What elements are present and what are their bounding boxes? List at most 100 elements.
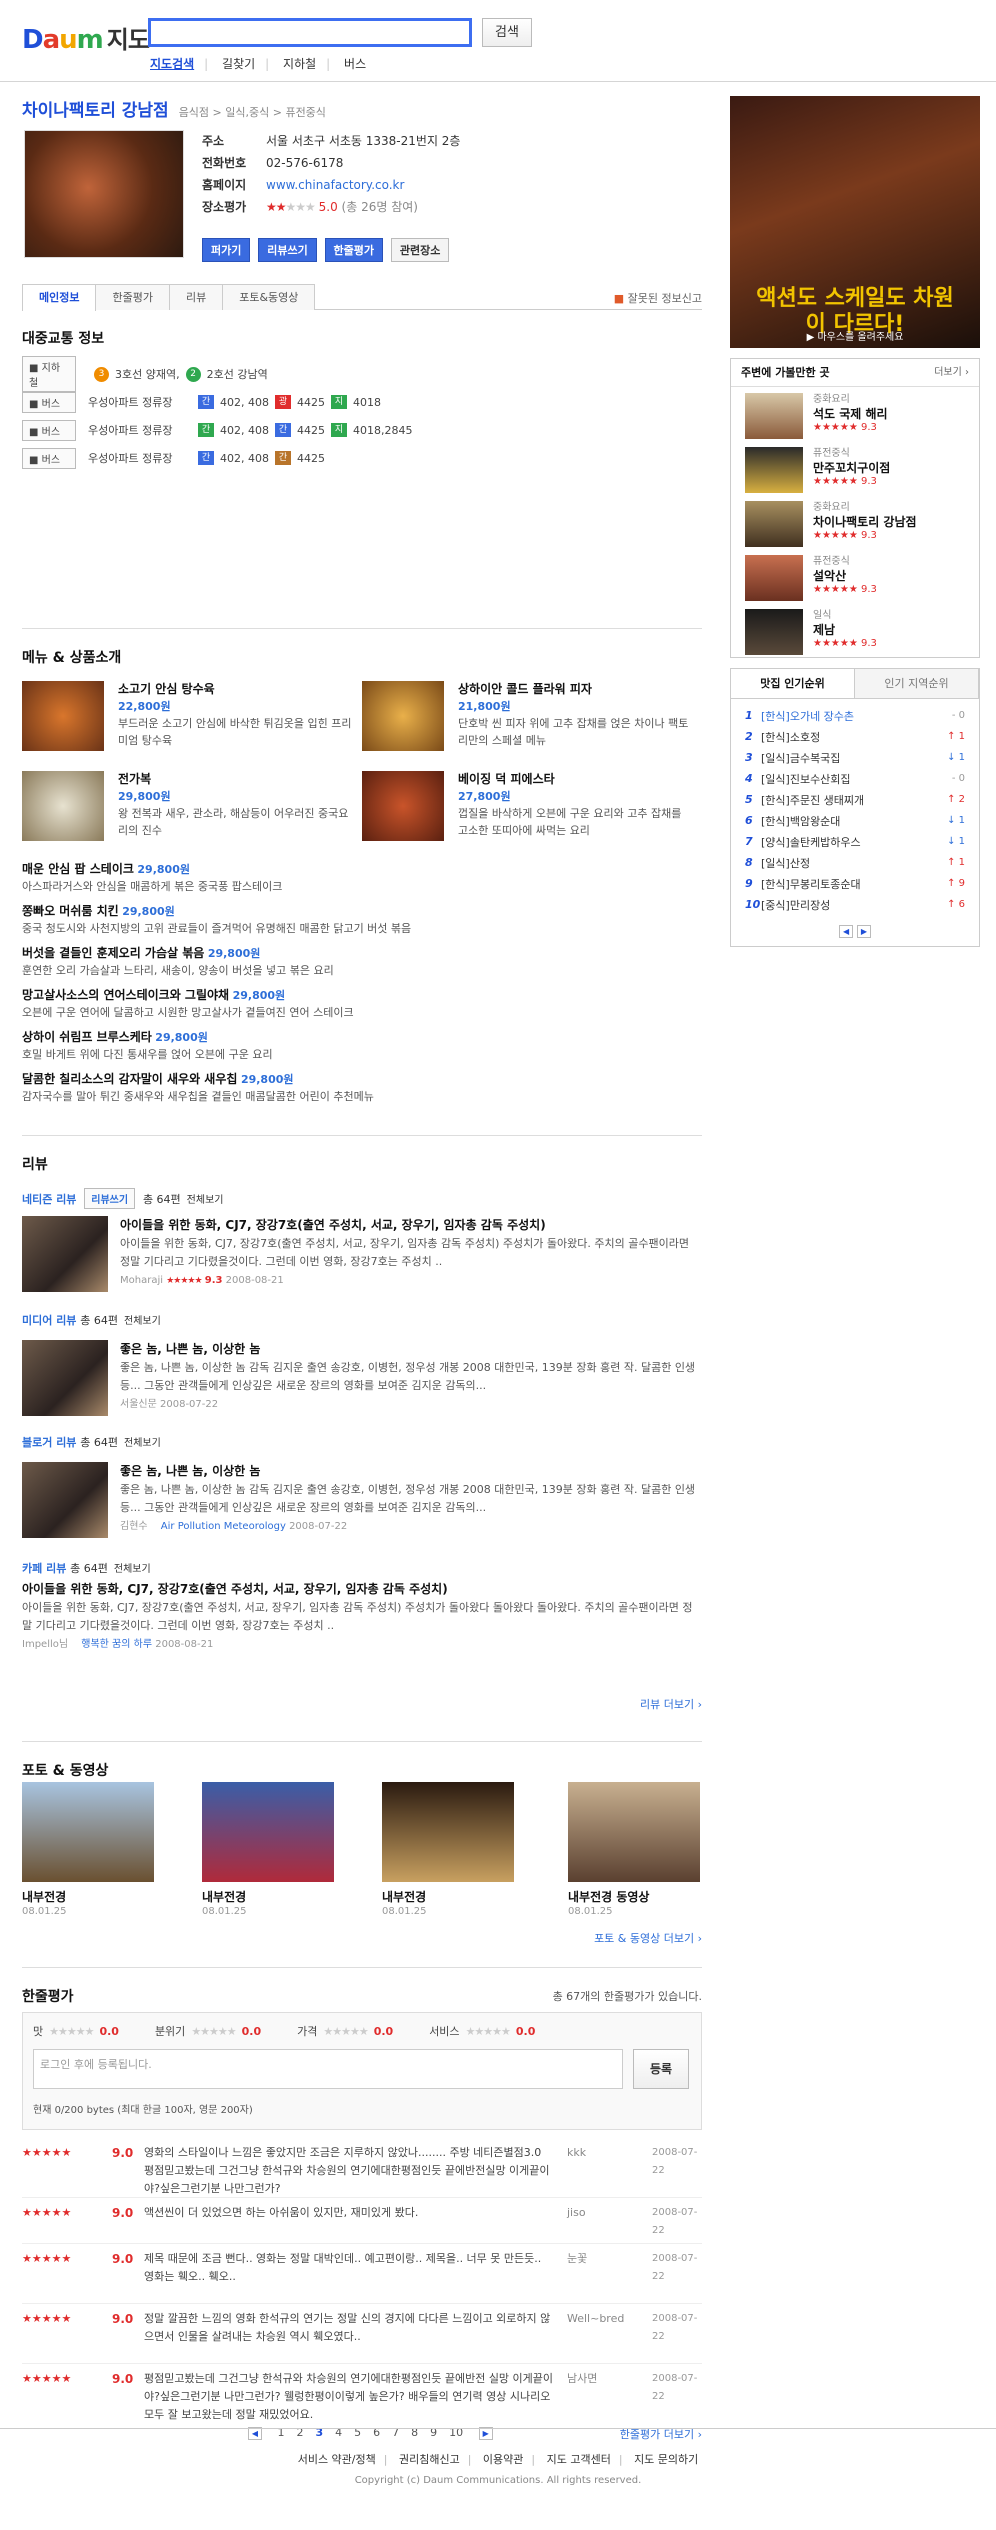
photo-label[interactable]: 내부전경 bbox=[382, 1888, 426, 1905]
review-thumb[interactable] bbox=[22, 1462, 108, 1538]
bus-routes[interactable]: 402, 408 bbox=[220, 452, 269, 465]
bus-routes[interactable]: 402, 408 bbox=[220, 424, 269, 437]
menu-item[interactable]: 베이징 덕 피에스타 27,800원 껍질을 바삭하게 오븐에 구운 요리와 고추 … bbox=[362, 771, 692, 853]
tab-review[interactable]: 리뷰 bbox=[168, 284, 224, 310]
bus-stop[interactable]: 우성아파트 정류장 bbox=[88, 450, 192, 466]
menu-photo[interactable] bbox=[362, 681, 444, 751]
nearby-item[interactable]: 중화요리 석도 국제 해리 ★★★★★ 9.3 bbox=[731, 387, 979, 441]
photo-thumb[interactable] bbox=[202, 1782, 334, 1882]
bus-routes[interactable]: 4425 bbox=[297, 424, 325, 437]
nearby-more-link[interactable]: 더보기 › bbox=[934, 359, 969, 386]
search-button[interactable]: 검색 bbox=[482, 18, 532, 47]
photo-label[interactable]: 내부전경 bbox=[202, 1888, 246, 1905]
mood-stars[interactable]: ★★★★★ bbox=[191, 2025, 236, 2038]
bus-routes[interactable]: 402, 408 bbox=[220, 396, 269, 409]
rank-row[interactable]: 4 [일식]진보수산회집 - 0 bbox=[731, 768, 979, 789]
blog-link[interactable]: Air Pollution Meteorology bbox=[161, 1521, 286, 1532]
see-all-link[interactable]: 전체보기 bbox=[187, 1195, 224, 1206]
rank-row[interactable]: 8 [일식]산정 ↑ 1 bbox=[731, 852, 979, 873]
bus-routes[interactable]: 4425 bbox=[297, 396, 325, 409]
review-head[interactable]: 네티즌 리뷰 bbox=[22, 1193, 76, 1206]
cafe-link[interactable]: 행복한 꿈의 하루 bbox=[81, 1639, 152, 1650]
comment-user[interactable]: kkk bbox=[567, 2144, 586, 2162]
footer-link[interactable]: 지도 고객센터 bbox=[547, 2453, 611, 2466]
rank-row[interactable]: 5 [한식]주문진 생태찌개 ↑ 2 bbox=[731, 789, 979, 810]
review-head[interactable]: 카페 리뷰 bbox=[22, 1562, 66, 1575]
submit-button[interactable]: 등록 bbox=[633, 2049, 689, 2089]
tab-main-info[interactable]: 메인정보 bbox=[22, 284, 97, 311]
nearby-item[interactable]: 퓨전중식 만주꼬치구이점 ★★★★★ 9.3 bbox=[731, 441, 979, 495]
footer-link[interactable]: 서비스 약관/정책 bbox=[298, 2453, 376, 2466]
rank-row[interactable]: 2 [한식]소호정 ↑ 1 bbox=[731, 726, 979, 747]
photo-label[interactable]: 내부전경 동영상 bbox=[568, 1888, 649, 1905]
nav-bus[interactable]: 버스 bbox=[344, 57, 366, 71]
rank-row[interactable]: 3 [일식]금수복국집 ↓ 1 bbox=[731, 747, 979, 768]
nav-directions[interactable]: 길찾기 bbox=[222, 57, 255, 71]
comment-user[interactable]: 남사면 bbox=[567, 2370, 597, 2388]
bus-routes[interactable]: 4018 bbox=[353, 396, 381, 409]
one-line-rating-button[interactable]: 한줄평가 bbox=[324, 238, 383, 262]
see-all-link[interactable]: 전체보기 bbox=[114, 1564, 151, 1575]
shop-photo[interactable] bbox=[24, 130, 184, 258]
see-all-link[interactable]: 전체보기 bbox=[124, 1316, 161, 1327]
search-input[interactable] bbox=[148, 18, 472, 47]
subway-station-2[interactable]: 2호선 강남역 bbox=[207, 366, 268, 382]
photo-thumb[interactable] bbox=[22, 1782, 154, 1882]
photo-more-link[interactable]: 포토 & 동영상 더보기 › bbox=[594, 1930, 702, 1946]
photo-thumb[interactable] bbox=[382, 1782, 514, 1882]
video-thumb[interactable] bbox=[568, 1782, 700, 1882]
comment-user[interactable]: Well~bred bbox=[567, 2310, 624, 2328]
menu-item[interactable]: 전가복 29,800원 왕 전복과 새우, 관소라, 해삼등이 어우러진 중국요리의… bbox=[22, 771, 352, 853]
menu-list-item[interactable]: 쫑빠오 머쉬룸 치킨 29,800원 중국 청도시와 사천지방의 고위 관료들이 … bbox=[22, 903, 702, 937]
review-title-link[interactable]: 좋은 놈, 나쁜 놈, 이상한 놈 bbox=[120, 1342, 260, 1356]
rank-prev-button[interactable]: ◀ bbox=[839, 925, 854, 938]
footer-link[interactable]: 지도 문의하기 bbox=[634, 2453, 698, 2466]
tab-region-rank[interactable]: 인기 지역순위 bbox=[855, 669, 979, 698]
nav-subway[interactable]: 지하철 bbox=[283, 57, 316, 71]
bus-stop[interactable]: 우성아파트 정류장 bbox=[88, 422, 192, 438]
nearby-item[interactable]: 일식 제남 ★★★★★ 9.3 bbox=[731, 603, 979, 657]
price-stars[interactable]: ★★★★★ bbox=[323, 2025, 368, 2038]
comment-user[interactable]: jiso bbox=[567, 2204, 586, 2222]
service-stars[interactable]: ★★★★★ bbox=[466, 2025, 511, 2038]
nearby-item[interactable]: 중화요리 차이나팩토리 강남점 ★★★★★ 9.3 bbox=[731, 495, 979, 549]
review-head[interactable]: 블로거 리뷰 bbox=[22, 1436, 76, 1449]
tab-one-line-rating[interactable]: 한줄평가 bbox=[95, 284, 170, 310]
rank-next-button[interactable]: ▶ bbox=[856, 925, 871, 938]
menu-photo[interactable] bbox=[362, 771, 444, 841]
nearby-item[interactable]: 퓨전중식 설악산 ★★★★★ 9.3 bbox=[731, 549, 979, 603]
see-all-link[interactable]: 전체보기 bbox=[124, 1438, 161, 1449]
related-places-button[interactable]: 관련장소 bbox=[390, 238, 450, 262]
rank-row[interactable]: 10 [중식]만리장성 ↑ 6 bbox=[731, 894, 979, 915]
menu-list-item[interactable]: 달콤한 칠리소스의 감자말이 새우와 새우칩 29,800원 감자국수를 말아 튀… bbox=[22, 1071, 702, 1105]
menu-item[interactable]: 상하이안 콜드 플라워 피자 21,800원 단호박 씬 피자 위에 고추 잡채를 … bbox=[362, 681, 692, 763]
taste-stars[interactable]: ★★★★★ bbox=[49, 2025, 94, 2038]
menu-photo[interactable] bbox=[22, 681, 104, 751]
review-thumb[interactable] bbox=[22, 1340, 108, 1416]
review-thumb[interactable] bbox=[22, 1216, 108, 1292]
menu-list-item[interactable]: 버섯을 곁들인 훈제오리 가슴살 볶음 29,800원 훈연한 오리 가슴살과 느… bbox=[22, 945, 702, 979]
rank-row[interactable]: 1 [한식]오가네 장수촌 - 0 bbox=[731, 705, 979, 726]
review-head[interactable]: 미디어 리뷰 bbox=[22, 1314, 76, 1327]
review-title-link[interactable]: 좋은 놈, 나쁜 놈, 이상한 놈 bbox=[120, 1464, 260, 1478]
rank-row[interactable]: 7 [양식]솔탄케밥하우스 ↓ 1 bbox=[731, 831, 979, 852]
footer-link[interactable]: 권리침해신고 bbox=[399, 2453, 460, 2466]
review-title-link[interactable]: 아이들을 위한 동화, CJ7, 장강7호(출연 주성치, 서교, 장우기, 임… bbox=[120, 1218, 546, 1232]
rank-row[interactable]: 6 [한식]백암왕순대 ↓ 1 bbox=[731, 810, 979, 831]
comment-input[interactable]: 로그인 후에 등록됩니다. bbox=[33, 2049, 623, 2089]
review-title-link[interactable]: 아이들을 위한 동화, CJ7, 장강7호(출연 주성치, 서교, 장우기, 임… bbox=[22, 1582, 448, 1596]
tab-photo-video[interactable]: 포토&동영상 bbox=[222, 284, 316, 310]
review-more-link[interactable]: 리뷰 더보기 › bbox=[640, 1696, 702, 1712]
menu-list-item[interactable]: 망고살사소스의 연어스테이크와 그릴야채 29,800원 오븐에 구운 연어에 달… bbox=[22, 987, 702, 1021]
bus-routes[interactable]: 4425 bbox=[297, 452, 325, 465]
rank-row[interactable]: 9 [한식]무봉리토종순대 ↑ 9 bbox=[731, 873, 979, 894]
bus-routes[interactable]: 4018,2845 bbox=[353, 424, 413, 437]
comment-user[interactable]: 눈꽃 bbox=[567, 2250, 587, 2268]
ad-banner[interactable]: 액션도 스케일도 차원이 다르다! ▶ 마우스를 올려주세요 bbox=[730, 96, 980, 348]
write-review-button[interactable]: 리뷰쓰기 bbox=[258, 238, 317, 262]
daum-logo[interactable]: Daum 지도 bbox=[22, 20, 150, 55]
bus-stop[interactable]: 우성아파트 정류장 bbox=[88, 394, 192, 410]
menu-list-item[interactable]: 상하이 쉬림프 브루스케타 29,800원 호밀 바게트 위에 다진 통새우를 얹… bbox=[22, 1029, 702, 1063]
nav-map-search[interactable]: 지도검색 bbox=[150, 57, 194, 71]
menu-list-item[interactable]: 매운 안심 팝 스테이크 29,800원 아스파라거스와 안심을 매콤하게 볶은 … bbox=[22, 861, 702, 895]
